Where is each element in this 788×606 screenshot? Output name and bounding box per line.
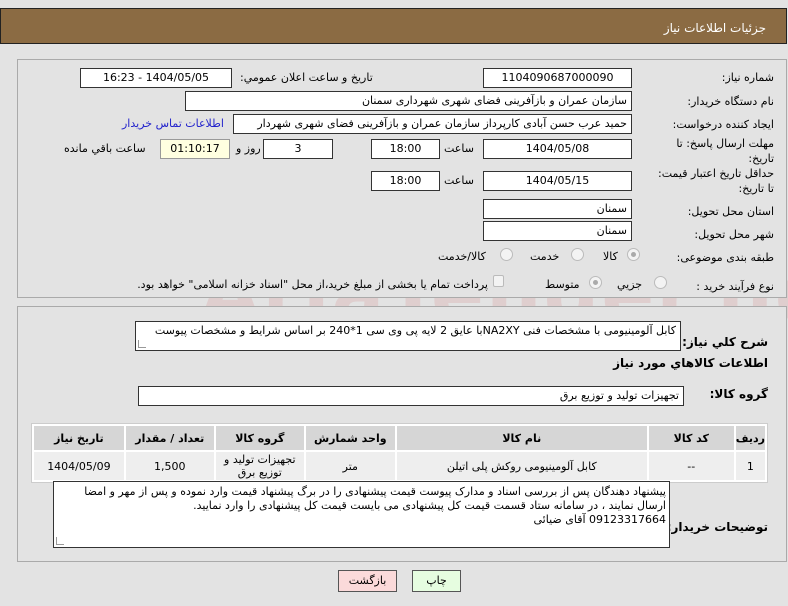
need-number-field[interactable]: 1104090687000090 bbox=[483, 68, 632, 88]
table-header-row: ردیف کد کالا نام کالا واحد شمارش گروه کا… bbox=[34, 426, 765, 450]
treasury-payment-checkbox[interactable] bbox=[493, 275, 504, 287]
notes-label: توضیحات خریدار: bbox=[666, 520, 768, 534]
deadline-date-field[interactable]: 1404/05/08 bbox=[483, 139, 632, 159]
buyer-contact-link[interactable]: اطلاعات تماس خریدار bbox=[122, 117, 224, 130]
validity-time-field[interactable]: 18:00 bbox=[371, 171, 440, 191]
group-label: گروه کالا: bbox=[709, 387, 768, 401]
col-header-code: کد کالا bbox=[648, 426, 734, 450]
creator-field[interactable]: حمید عرب حسن آبادی کارپرداز سازمان عمران… bbox=[233, 114, 632, 134]
cell-quantity: 1,500 bbox=[125, 452, 214, 480]
need-number-label: شماره نیاز: bbox=[721, 71, 774, 84]
back-button[interactable]: بازگشت bbox=[338, 570, 397, 592]
goods-section-title: اطلاعات کالاهاي مورد نیاز bbox=[613, 356, 768, 370]
table-row: 1 -- کابل آلومینیومی روکش پلی اتیلن متر … bbox=[34, 452, 765, 480]
deadline-time-label: ساعت bbox=[444, 142, 474, 155]
payment-note: پرداخت تمام یا بخشی از مبلغ خرید،از محل … bbox=[137, 278, 488, 291]
description-textarea[interactable]: کابل آلومینیومی با مشخصات فنی NA2XYبا عا… bbox=[135, 321, 681, 351]
resize-handle[interactable] bbox=[138, 340, 146, 348]
city-label: شهر محل تحویل: bbox=[694, 228, 774, 241]
cell-name: کابل آلومینیومی روکش پلی اتیلن bbox=[396, 452, 647, 480]
announce-field[interactable]: 1404/05/05 - 16:23 bbox=[80, 68, 232, 88]
page-title: جزئیات اطلاعات نیاز bbox=[663, 21, 766, 35]
category-option-both: کالا/خدمت bbox=[438, 250, 486, 263]
creator-label: ایجاد کننده درخواست: bbox=[672, 118, 774, 131]
validity-time-label: ساعت bbox=[444, 174, 474, 187]
deadline-label: مهلت ارسال پاسخ: تا تاریخ: bbox=[676, 137, 774, 165]
days-label: روز و bbox=[236, 142, 261, 155]
print-button[interactable]: چاپ bbox=[412, 570, 461, 592]
validity-date-field[interactable]: 1404/05/15 bbox=[483, 171, 632, 191]
category-radio-both[interactable] bbox=[500, 248, 513, 261]
announce-label: تاریخ و ساعت اعلان عمومي: bbox=[240, 71, 373, 84]
group-field[interactable]: تجهیزات تولید و توزیع برق bbox=[138, 386, 684, 406]
cell-group: تجهیزات تولید و توزیع برق bbox=[215, 452, 304, 480]
category-radio-goods[interactable] bbox=[627, 248, 640, 261]
description-label: شرح کلي نیاز: bbox=[682, 335, 768, 349]
province-field[interactable]: سمنان bbox=[483, 199, 632, 219]
remaining-label: ساعت باقي مانده bbox=[64, 142, 146, 155]
goods-table: ردیف کد کالا نام کالا واحد شمارش گروه کا… bbox=[31, 423, 768, 483]
buyer-org-field[interactable]: سازمان عمران و بازآفرینی فضای شهری شهردا… bbox=[185, 91, 632, 111]
col-header-unit: واحد شمارش bbox=[305, 426, 395, 450]
deadline-time-field[interactable]: 18:00 bbox=[371, 139, 440, 159]
city-field[interactable]: سمنان bbox=[483, 221, 632, 241]
resize-handle[interactable] bbox=[56, 537, 64, 545]
days-field[interactable]: 3 bbox=[263, 139, 333, 159]
remaining-time-field: 01:10:17 bbox=[160, 139, 230, 159]
category-option-goods: کالا bbox=[603, 250, 618, 263]
process-label: نوع فرآیند خرید : bbox=[696, 280, 774, 293]
validity-label: حداقل تاریخ اعتبار قیمت: تا تاریخ: bbox=[658, 167, 774, 195]
col-header-row-number: ردیف bbox=[735, 426, 765, 450]
col-header-quantity: تعداد / مقدار bbox=[125, 426, 214, 450]
category-option-service: خدمت bbox=[530, 250, 560, 263]
process-option-medium: متوسط bbox=[545, 278, 580, 291]
cell-unit: متر bbox=[305, 452, 395, 480]
page-header: جزئیات اطلاعات نیاز bbox=[0, 8, 787, 44]
col-header-date: تاریخ نیاز bbox=[34, 426, 124, 450]
cell-date: 1404/05/09 bbox=[34, 452, 124, 480]
category-label: طبقه بندی موضوعی: bbox=[676, 251, 774, 264]
col-header-group: گروه کالا bbox=[215, 426, 304, 450]
process-option-minor: جزیي bbox=[617, 278, 643, 291]
cell-row-number: 1 bbox=[735, 452, 765, 480]
process-radio-medium[interactable] bbox=[589, 276, 602, 289]
province-label: استان محل تحویل: bbox=[687, 205, 774, 218]
cell-code: -- bbox=[648, 452, 734, 480]
notes-textarea[interactable]: پیشنهاد دهندگان پس از بررسی اسناد و مدار… bbox=[53, 481, 670, 548]
buyer-org-label: نام دستگاه خریدار: bbox=[687, 95, 774, 108]
col-header-name: نام کالا bbox=[396, 426, 647, 450]
category-radio-service[interactable] bbox=[571, 248, 584, 261]
process-radio-minor[interactable] bbox=[654, 276, 667, 289]
